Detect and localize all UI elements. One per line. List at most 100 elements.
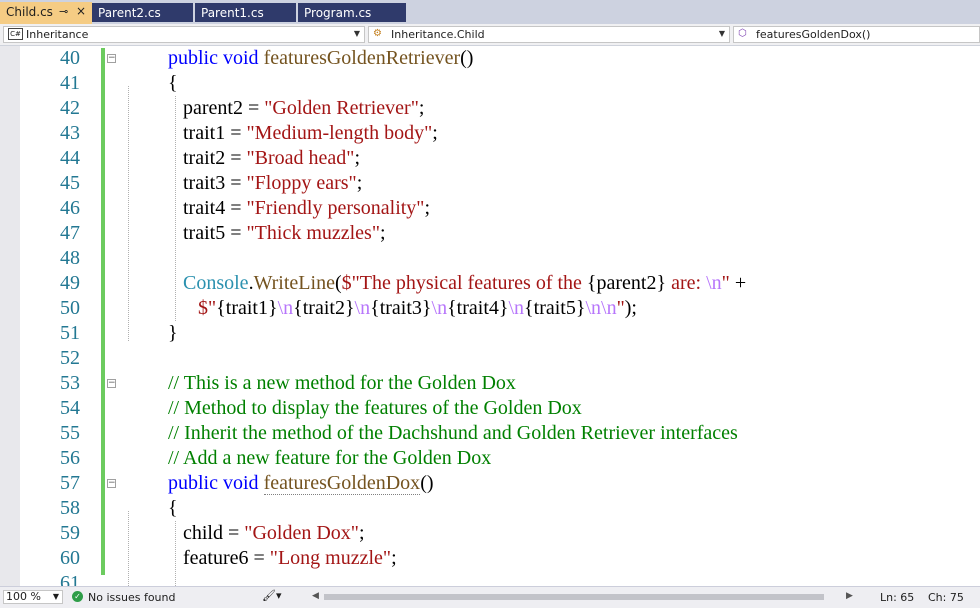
- code-line[interactable]: 50 $"{trait1}\n{trait2}\n{trait3}\n{trai…: [0, 296, 980, 321]
- tab-program-cs[interactable]: Program.cs: [298, 3, 406, 22]
- code-token: (: [334, 272, 342, 294]
- code-token: // Inherit the method of the Dachshund a…: [168, 422, 738, 444]
- chevron-down-icon: ▼: [353, 29, 360, 38]
- code-text[interactable]: trait5 = "Thick muzzles";: [168, 221, 386, 246]
- code-text[interactable]: {: [168, 71, 178, 96]
- code-line[interactable]: 41 {: [0, 71, 980, 96]
- code-line[interactable]: 40 − public void featuresGoldenRetriever(): [0, 46, 980, 71]
- code-line[interactable]: 55 // Inherit the method of the Dachshund…: [0, 421, 980, 446]
- code-line[interactable]: 45 trait3 = "Floppy ears";: [0, 171, 980, 196]
- code-token: \n: [431, 297, 448, 319]
- code-text[interactable]: }: [168, 321, 178, 346]
- code-text[interactable]: Console.WriteLine($"The physical feature…: [168, 271, 746, 296]
- code-line[interactable]: 60 feature6 = "Long muzzle";: [0, 546, 980, 571]
- member-dropdown[interactable]: ⬡ featuresGoldenDox(): [733, 26, 980, 43]
- chevron-down-icon: ▼: [52, 592, 59, 601]
- tab-label: Parent1.cs: [201, 6, 264, 20]
- code-line[interactable]: 53 − // This is a new method for the Golde…: [0, 371, 980, 396]
- line-number: 55: [60, 422, 80, 444]
- code-token: featuresGoldenRetriever: [263, 47, 461, 69]
- close-icon[interactable]: ×: [76, 4, 86, 18]
- line-number: 50: [60, 297, 80, 319]
- code-text[interactable]: public void featuresGoldenRetriever(): [168, 46, 473, 71]
- line-number: 42: [60, 97, 80, 119]
- code-text[interactable]: $"{trait1}\n{trait2}\n{trait3}\n{trait4}…: [168, 296, 637, 321]
- scroll-right-icon[interactable]: ▶: [846, 591, 853, 601]
- code-line[interactable]: 59 child = "Golden Dox";: [0, 521, 980, 546]
- tab-child-cs[interactable]: Child.cs ⊸ ×: [0, 2, 92, 24]
- line-number: 61: [60, 572, 80, 586]
- line-number: 45: [60, 172, 80, 194]
- code-line[interactable]: 47 trait5 = "Thick muzzles";: [0, 221, 980, 246]
- line-number: 46: [60, 197, 80, 219]
- code-token: {trait5}: [524, 297, 586, 319]
- brush-icon[interactable]: 🖌▾: [262, 589, 282, 602]
- code-token: "Friendly personality": [246, 197, 425, 219]
- code-text[interactable]: trait3 = "Floppy ears";: [168, 171, 362, 196]
- code-text[interactable]: // Inherit the method of the Dachshund a…: [168, 421, 738, 446]
- code-token: "Thick muzzles": [246, 222, 381, 244]
- zoom-dropdown[interactable]: 100 % ▼: [3, 590, 63, 604]
- line-number: 57: [60, 472, 80, 494]
- tab-parent1-cs[interactable]: Parent1.cs: [195, 3, 296, 22]
- code-token: \n: [508, 297, 525, 319]
- code-text[interactable]: public void featuresGoldenDox(): [168, 471, 434, 496]
- csharp-project-icon: C#: [8, 28, 23, 40]
- code-line[interactable]: 61: [0, 571, 980, 586]
- code-token: trait5 =: [168, 222, 247, 244]
- code-line[interactable]: 58 {: [0, 496, 980, 521]
- code-text[interactable]: trait2 = "Broad head";: [168, 146, 360, 171]
- code-line[interactable]: 43 trait1 = "Medium-length body";: [0, 121, 980, 146]
- code-line[interactable]: 52: [0, 346, 980, 371]
- code-line[interactable]: 46 trait4 = "Friendly personality";: [0, 196, 980, 221]
- zoom-level: 100 %: [6, 590, 41, 603]
- scroll-left-icon[interactable]: ◀: [312, 591, 319, 601]
- code-token: (): [460, 47, 474, 69]
- issues-indicator[interactable]: ✓ No issues found: [72, 591, 176, 604]
- horizontal-scrollbar[interactable]: ◀ ▶: [298, 591, 858, 603]
- project-dropdown[interactable]: C# Inheritance ▼: [3, 26, 365, 43]
- code-token: ;: [432, 122, 438, 144]
- issues-text: No issues found: [88, 591, 176, 604]
- code-text[interactable]: feature6 = "Long muzzle";: [168, 546, 397, 571]
- code-token: "Long muzzle": [269, 547, 392, 569]
- code-text[interactable]: // Add a new feature for the Golden Dox: [168, 446, 491, 471]
- code-text[interactable]: parent2 = "Golden Retriever";: [168, 96, 424, 121]
- code-editor[interactable]: 40− public void featuresGoldenRetriever()…: [0, 46, 980, 586]
- scrollbar-thumb[interactable]: [324, 594, 824, 600]
- code-line[interactable]: 49 Console.WriteLine($"The physical feat…: [0, 271, 980, 296]
- pin-icon[interactable]: ⊸: [59, 5, 68, 18]
- line-number: 51: [60, 322, 80, 344]
- code-token: // Add a new feature for the Golden Dox: [168, 447, 492, 469]
- code-token: parent2 =: [168, 97, 265, 119]
- code-line[interactable]: 51}: [0, 321, 980, 346]
- code-text[interactable]: trait4 = "Friendly personality";: [168, 196, 430, 221]
- code-line[interactable]: 48: [0, 246, 980, 271]
- code-token: \n: [706, 272, 722, 294]
- code-token: public: [168, 472, 218, 494]
- tab-label: Child.cs: [6, 5, 53, 19]
- navigation-bar: C# Inheritance ▼ ⚙ Inheritance.Child ▼ ⬡…: [0, 24, 980, 46]
- code-token: // Method to display the features of the…: [168, 397, 582, 419]
- code-text[interactable]: // This is a new method for the Golden D…: [168, 371, 516, 396]
- code-line[interactable]: 54 // Method to display the features of t…: [0, 396, 980, 421]
- code-line[interactable]: 44 trait2 = "Broad head";: [0, 146, 980, 171]
- chevron-down-icon: ▼: [718, 29, 725, 38]
- line-number: 60: [60, 547, 80, 569]
- code-line[interactable]: 42 parent2 = "Golden Retriever";: [0, 96, 980, 121]
- tab-parent2-cs[interactable]: Parent2.cs: [92, 3, 193, 22]
- code-text[interactable]: child = "Golden Dox";: [168, 521, 365, 546]
- code-text[interactable]: trait1 = "Medium-length body";: [168, 121, 438, 146]
- collapse-icon[interactable]: −: [107, 379, 116, 388]
- code-token: Console: [183, 272, 249, 294]
- code-text[interactable]: // Method to display the features of the…: [168, 396, 582, 421]
- code-line[interactable]: 57 − public void featuresGoldenDox(): [0, 471, 980, 496]
- collapse-icon[interactable]: −: [107, 479, 116, 488]
- class-dropdown[interactable]: ⚙ Inheritance.Child ▼: [368, 26, 730, 43]
- code-text[interactable]: {: [168, 496, 178, 521]
- code-line[interactable]: 56 // Add a new feature for the Golden Do…: [0, 446, 980, 471]
- code-token: ;: [354, 147, 361, 169]
- line-number: 59: [60, 522, 80, 544]
- collapse-icon[interactable]: −: [107, 54, 116, 63]
